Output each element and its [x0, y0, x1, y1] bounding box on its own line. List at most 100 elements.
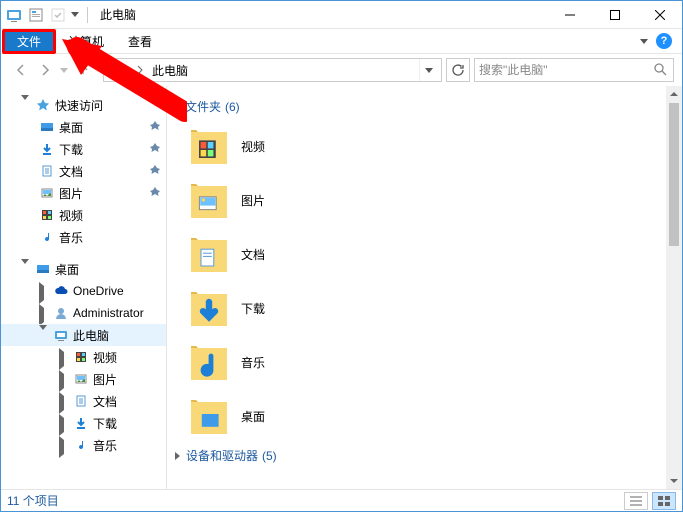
pin-icon — [150, 165, 160, 178]
back-button[interactable] — [9, 58, 33, 82]
refresh-button[interactable] — [446, 58, 470, 82]
pin-icon — [150, 187, 160, 200]
properties-icon[interactable] — [27, 6, 45, 24]
music-icon — [39, 229, 55, 245]
ribbon-collapse-icon[interactable] — [640, 39, 648, 44]
address-bar[interactable]: 此电脑 — [103, 58, 442, 82]
main-area: 快速访问 桌面 下载 文档 图片 视频 音乐 — [1, 86, 682, 489]
collapse-icon[interactable] — [173, 104, 181, 110]
download-icon — [73, 415, 89, 431]
sidebar-item-doc[interactable]: 文档 — [1, 160, 166, 182]
sidebar-item-label: 音乐 — [93, 437, 117, 454]
sidebar-desktop-root[interactable]: 桌面 — [1, 258, 166, 280]
breadcrumb-current[interactable]: 此电脑 — [152, 62, 419, 79]
close-button[interactable] — [637, 1, 682, 29]
sidebar-user[interactable]: Administrator — [1, 302, 166, 324]
title-bar: 此电脑 — [1, 1, 682, 29]
pc-icon — [106, 60, 126, 80]
folder-item-label: 文档 — [241, 246, 265, 263]
minimize-button[interactable] — [547, 1, 592, 29]
folder-item-video[interactable]: 视频 — [189, 119, 662, 173]
sidebar-item-label: 视频 — [93, 349, 117, 366]
separator — [87, 7, 88, 23]
group-header-folders[interactable]: 文件夹 (6) — [171, 94, 662, 119]
sidebar-item-doc[interactable]: 文档 — [1, 390, 166, 412]
maximize-button[interactable] — [592, 1, 637, 29]
doc-icon — [73, 393, 89, 409]
app-icon — [5, 6, 23, 24]
sidebar-item-video[interactable]: 视频 — [1, 346, 166, 368]
folder-item-label: 下载 — [241, 300, 265, 317]
window-controls — [547, 1, 682, 29]
folder-item-doc[interactable]: 文档 — [189, 227, 662, 281]
video-icon — [73, 349, 89, 365]
expand-icon[interactable] — [175, 452, 180, 460]
folder-item-label: 桌面 — [241, 408, 265, 425]
pic-icon — [73, 371, 89, 387]
star-icon — [35, 97, 51, 113]
sidebar-item-label: 文档 — [59, 163, 83, 180]
doc-icon — [39, 163, 55, 179]
large-icons-view-button[interactable] — [652, 492, 676, 510]
sidebar-label: 桌面 — [55, 261, 79, 278]
sidebar-this-pc[interactable]: 此电脑 — [1, 324, 166, 346]
tab-view[interactable]: 查看 — [116, 29, 164, 54]
sidebar-quick-access[interactable]: 快速访问 — [1, 94, 166, 116]
doc-folder-icon — [189, 234, 229, 274]
search-input[interactable] — [479, 63, 653, 77]
group-count: (6) — [225, 100, 240, 114]
sidebar-item-pic[interactable]: 图片 — [1, 368, 166, 390]
folder-item-label: 音乐 — [241, 354, 265, 371]
recent-dropdown-icon[interactable] — [57, 58, 71, 82]
status-count: 11 个项目 — [7, 492, 59, 509]
window-title: 此电脑 — [100, 6, 136, 23]
sidebar-onedrive[interactable]: OneDrive — [1, 280, 166, 302]
help-icon[interactable]: ? — [656, 33, 672, 49]
scroll-down-button[interactable] — [666, 473, 682, 489]
sidebar-item-download[interactable]: 下载 — [1, 412, 166, 434]
status-bar: 11 个项目 — [1, 489, 682, 511]
chevron-right-icon[interactable] — [130, 60, 150, 80]
sidebar-item-download[interactable]: 下载 — [1, 138, 166, 160]
pc-icon — [53, 327, 69, 343]
sidebar: 快速访问 桌面 下载 文档 图片 视频 音乐 — [1, 86, 166, 489]
content-pane: 文件夹 (6) 视频 图片 文档 下载 音乐 桌面 设备 — [166, 86, 682, 489]
scroll-thumb[interactable] — [669, 103, 679, 246]
sidebar-item-video[interactable]: 视频 — [1, 204, 166, 226]
music-icon — [73, 437, 89, 453]
qat-item-icon[interactable] — [49, 6, 67, 24]
forward-button[interactable] — [33, 58, 57, 82]
group-label: 文件夹 — [185, 98, 221, 115]
folder-item-download[interactable]: 下载 — [189, 281, 662, 335]
folder-item-desktop[interactable]: 桌面 — [189, 389, 662, 443]
qat-dropdown-icon[interactable] — [71, 6, 79, 24]
sidebar-label: 此电脑 — [73, 327, 109, 344]
nav-row: 此电脑 — [1, 54, 682, 86]
scroll-up-button[interactable] — [666, 86, 682, 102]
tab-file[interactable]: 文件 — [2, 29, 56, 54]
search-box[interactable] — [474, 58, 674, 82]
quick-access-toolbar — [1, 6, 92, 24]
sidebar-item-music[interactable]: 音乐 — [1, 434, 166, 456]
folder-item-music[interactable]: 音乐 — [189, 335, 662, 389]
up-button[interactable] — [71, 58, 95, 82]
folder-item-pic[interactable]: 图片 — [189, 173, 662, 227]
video-icon — [39, 207, 55, 223]
details-view-button[interactable] — [624, 492, 648, 510]
sidebar-item-label: 视频 — [59, 207, 83, 224]
tab-computer[interactable]: 计算机 — [56, 29, 116, 54]
tab-computer-label: 计算机 — [68, 33, 104, 50]
tab-file-label: 文件 — [17, 33, 41, 50]
sidebar-item-music[interactable]: 音乐 — [1, 226, 166, 248]
sidebar-item-desktop[interactable]: 桌面 — [1, 116, 166, 138]
address-dropdown-icon[interactable] — [419, 59, 437, 81]
group-header-drives[interactable]: 设备和驱动器 (5) — [171, 443, 662, 468]
desktop-icon — [35, 261, 51, 277]
tab-view-label: 查看 — [128, 33, 152, 50]
sidebar-item-label: 桌面 — [59, 119, 83, 136]
sidebar-item-pic[interactable]: 图片 — [1, 182, 166, 204]
pin-icon — [150, 121, 160, 134]
search-icon[interactable] — [653, 62, 669, 78]
content-inner[interactable]: 文件夹 (6) 视频 图片 文档 下载 音乐 桌面 设备 — [167, 86, 682, 489]
vertical-scrollbar[interactable] — [666, 86, 682, 489]
